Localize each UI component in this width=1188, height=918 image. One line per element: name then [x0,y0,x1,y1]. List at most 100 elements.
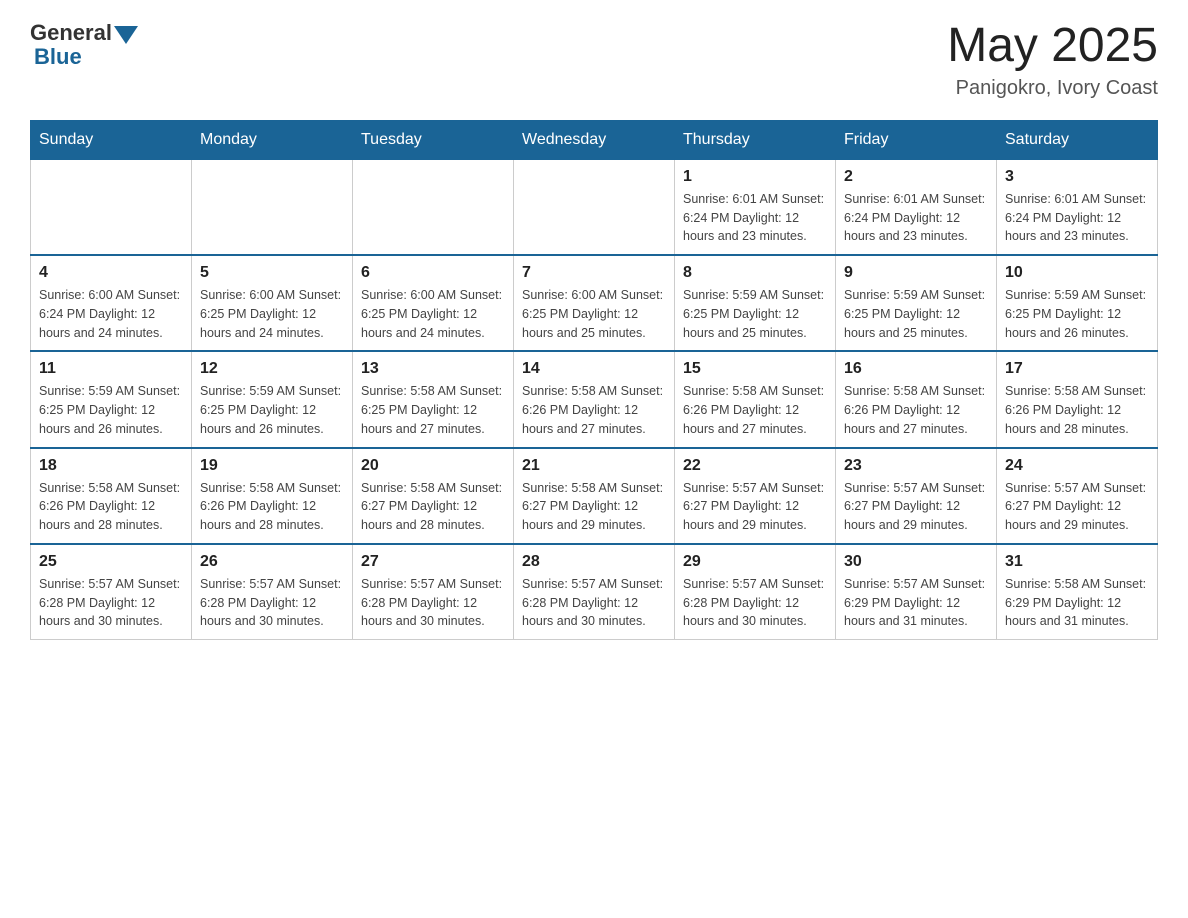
calendar-week-row: 11 Sunrise: 5:59 AM Sunset: 6:25 PM Dayli… [31,351,1158,447]
calendar-day-cell: 30Sunrise: 5:57 AM Sunset: 6:29 PM Dayli… [836,544,997,640]
calendar-day-cell: 11 Sunrise: 5:59 AM Sunset: 6:25 PM Dayli… [31,351,192,447]
calendar-day-cell: 24 Sunrise: 5:57 AM Sunset: 6:27 PM Dayli… [997,448,1158,544]
calendar-day-cell: 25 Sunrise: 5:57 AM Sunset: 6:28 PM Dayli… [31,544,192,640]
day-info: Sunrise: 6:00 AM Sunset: 6:24 PM Dayligh… [39,286,183,342]
calendar-day-cell [353,159,514,255]
day-info: Sunrise: 5:59 AM Sunset: 6:25 PM Dayligh… [39,382,183,438]
day-number: 9 [844,264,988,282]
day-number: 18 [39,457,183,475]
day-info: Sunrise: 5:58 AM Sunset: 6:26 PM Dayligh… [200,479,344,535]
day-number: 24 [1005,457,1149,475]
calendar-day-cell: 9 Sunrise: 5:59 AM Sunset: 6:25 PM Daylig… [836,255,997,351]
day-info: Sunrise: 5:58 AM Sunset: 6:27 PM Dayligh… [361,479,505,535]
page-header: General Blue May 2025 Panigokro, Ivory C… [30,20,1158,100]
day-info: Sunrise: 5:59 AM Sunset: 6:25 PM Dayligh… [683,286,827,342]
day-number: 16 [844,360,988,378]
calendar-day-cell: 28 Sunrise: 5:57 AM Sunset: 6:28 PM Dayli… [514,544,675,640]
day-number: 5 [200,264,344,282]
day-number: 8 [683,264,827,282]
calendar-day-cell: 23Sunrise: 5:57 AM Sunset: 6:27 PM Dayli… [836,448,997,544]
day-info: Sunrise: 5:58 AM Sunset: 6:26 PM Dayligh… [1005,382,1149,438]
day-number: 27 [361,553,505,571]
calendar-day-cell: 7 Sunrise: 6:00 AM Sunset: 6:25 PM Daylig… [514,255,675,351]
day-number: 25 [39,553,183,571]
calendar-week-row: 18 Sunrise: 5:58 AM Sunset: 6:26 PM Dayli… [31,448,1158,544]
day-info: Sunrise: 5:59 AM Sunset: 6:25 PM Dayligh… [200,382,344,438]
calendar-day-cell: 4 Sunrise: 6:00 AM Sunset: 6:24 PM Daylig… [31,255,192,351]
calendar-day-cell: 19 Sunrise: 5:58 AM Sunset: 6:26 PM Dayli… [192,448,353,544]
day-number: 15 [683,360,827,378]
calendar-day-cell: 18 Sunrise: 5:58 AM Sunset: 6:26 PM Dayli… [31,448,192,544]
day-header-friday: Friday [836,120,997,159]
day-number: 20 [361,457,505,475]
calendar-day-cell: 16Sunrise: 5:58 AM Sunset: 6:26 PM Dayli… [836,351,997,447]
calendar-day-cell [192,159,353,255]
day-info: Sunrise: 6:01 AM Sunset: 6:24 PM Dayligh… [1005,190,1149,246]
calendar-day-cell: 8 Sunrise: 5:59 AM Sunset: 6:25 PM Daylig… [675,255,836,351]
day-info: Sunrise: 5:58 AM Sunset: 6:26 PM Dayligh… [39,479,183,535]
calendar-day-cell: 29 Sunrise: 5:57 AM Sunset: 6:28 PM Dayli… [675,544,836,640]
day-info: Sunrise: 5:58 AM Sunset: 6:26 PM Dayligh… [683,382,827,438]
day-number: 6 [361,264,505,282]
calendar-day-cell: 2 Sunrise: 6:01 AM Sunset: 6:24 PM Daylig… [836,159,997,255]
calendar-week-row: 25 Sunrise: 5:57 AM Sunset: 6:28 PM Dayli… [31,544,1158,640]
calendar-day-cell [31,159,192,255]
calendar-day-cell: 31 Sunrise: 5:58 AM Sunset: 6:29 PM Dayli… [997,544,1158,640]
day-info: Sunrise: 5:58 AM Sunset: 6:27 PM Dayligh… [522,479,666,535]
calendar-day-cell: 5Sunrise: 6:00 AM Sunset: 6:25 PM Daylig… [192,255,353,351]
day-number: 31 [1005,553,1149,571]
day-header-thursday: Thursday [675,120,836,159]
day-number: 1 [683,168,827,186]
calendar-day-cell: 26Sunrise: 5:57 AM Sunset: 6:28 PM Dayli… [192,544,353,640]
day-number: 22 [683,457,827,475]
calendar-day-cell: 21Sunrise: 5:58 AM Sunset: 6:27 PM Dayli… [514,448,675,544]
day-number: 28 [522,553,666,571]
calendar-week-row: 1 Sunrise: 6:01 AM Sunset: 6:24 PM Daylig… [31,159,1158,255]
calendar-table: SundayMondayTuesdayWednesdayThursdayFrid… [30,120,1158,640]
day-info: Sunrise: 5:57 AM Sunset: 6:28 PM Dayligh… [683,575,827,631]
day-info: Sunrise: 6:01 AM Sunset: 6:24 PM Dayligh… [683,190,827,246]
day-number: 23 [844,457,988,475]
day-info: Sunrise: 5:59 AM Sunset: 6:25 PM Dayligh… [844,286,988,342]
day-info: Sunrise: 5:58 AM Sunset: 6:26 PM Dayligh… [522,382,666,438]
day-header-tuesday: Tuesday [353,120,514,159]
calendar-day-cell [514,159,675,255]
calendar-day-cell: 3 Sunrise: 6:01 AM Sunset: 6:24 PM Daylig… [997,159,1158,255]
logo-general-text: General [30,20,112,46]
title-section: May 2025 Panigokro, Ivory Coast [947,20,1158,100]
calendar-day-cell: 10 Sunrise: 5:59 AM Sunset: 6:25 PM Dayli… [997,255,1158,351]
calendar-day-cell: 13Sunrise: 5:58 AM Sunset: 6:25 PM Dayli… [353,351,514,447]
day-header-sunday: Sunday [31,120,192,159]
day-number: 7 [522,264,666,282]
logo: General Blue [30,20,140,70]
day-number: 29 [683,553,827,571]
day-info: Sunrise: 5:57 AM Sunset: 6:28 PM Dayligh… [522,575,666,631]
calendar-day-cell: 6 Sunrise: 6:00 AM Sunset: 6:25 PM Daylig… [353,255,514,351]
day-number: 11 [39,360,183,378]
day-info: Sunrise: 5:58 AM Sunset: 6:25 PM Dayligh… [361,382,505,438]
month-title: May 2025 [947,20,1158,73]
day-info: Sunrise: 5:58 AM Sunset: 6:29 PM Dayligh… [1005,575,1149,631]
calendar-day-cell: 22Sunrise: 5:57 AM Sunset: 6:27 PM Dayli… [675,448,836,544]
calendar-week-row: 4 Sunrise: 6:00 AM Sunset: 6:24 PM Daylig… [31,255,1158,351]
day-info: Sunrise: 5:57 AM Sunset: 6:27 PM Dayligh… [1005,479,1149,535]
day-number: 2 [844,168,988,186]
day-info: Sunrise: 6:00 AM Sunset: 6:25 PM Dayligh… [522,286,666,342]
day-number: 19 [200,457,344,475]
day-number: 17 [1005,360,1149,378]
day-number: 10 [1005,264,1149,282]
day-info: Sunrise: 5:57 AM Sunset: 6:28 PM Dayligh… [39,575,183,631]
day-number: 3 [1005,168,1149,186]
day-number: 26 [200,553,344,571]
day-info: Sunrise: 6:01 AM Sunset: 6:24 PM Dayligh… [844,190,988,246]
calendar-day-cell: 27 Sunrise: 5:57 AM Sunset: 6:28 PM Dayli… [353,544,514,640]
day-header-saturday: Saturday [997,120,1158,159]
calendar-day-cell: 20 Sunrise: 5:58 AM Sunset: 6:27 PM Dayli… [353,448,514,544]
day-info: Sunrise: 6:00 AM Sunset: 6:25 PM Dayligh… [361,286,505,342]
day-info: Sunrise: 5:57 AM Sunset: 6:28 PM Dayligh… [361,575,505,631]
calendar-day-cell: 1 Sunrise: 6:01 AM Sunset: 6:24 PM Daylig… [675,159,836,255]
day-info: Sunrise: 5:59 AM Sunset: 6:25 PM Dayligh… [1005,286,1149,342]
day-number: 12 [200,360,344,378]
day-number: 4 [39,264,183,282]
day-header-wednesday: Wednesday [514,120,675,159]
